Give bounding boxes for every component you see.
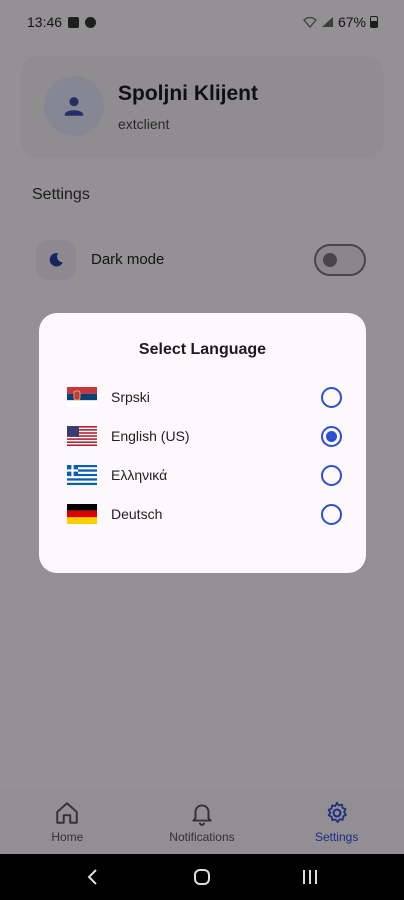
radio-deutsch[interactable] — [321, 503, 342, 525]
language-label: Deutsch — [111, 506, 163, 522]
serbia-flag-icon — [67, 387, 97, 407]
language-option-greek[interactable]: Ελληνικά — [67, 457, 342, 493]
language-dialog: Select Language Srpski English (US) Ελλη… — [39, 313, 366, 573]
radio-english[interactable] — [321, 425, 342, 447]
language-option-deutsch[interactable]: Deutsch — [67, 496, 342, 532]
language-label: Srpski — [111, 389, 150, 405]
greece-flag-icon — [67, 465, 97, 485]
language-label: Ελληνικά — [111, 467, 168, 483]
radio-srpski[interactable] — [321, 386, 342, 408]
recents-icon[interactable] — [300, 867, 320, 887]
system-nav-bar — [0, 854, 404, 900]
home-button-icon[interactable] — [192, 867, 212, 887]
us-flag-icon — [67, 426, 97, 446]
radio-greek[interactable] — [321, 464, 342, 486]
language-option-srpski[interactable]: Srpski — [67, 379, 342, 415]
language-label: English (US) — [111, 428, 190, 444]
dialog-title: Select Language — [138, 341, 267, 358]
back-icon[interactable] — [84, 867, 104, 887]
germany-flag-icon — [67, 504, 97, 524]
language-option-english[interactable]: English (US) — [67, 418, 342, 454]
